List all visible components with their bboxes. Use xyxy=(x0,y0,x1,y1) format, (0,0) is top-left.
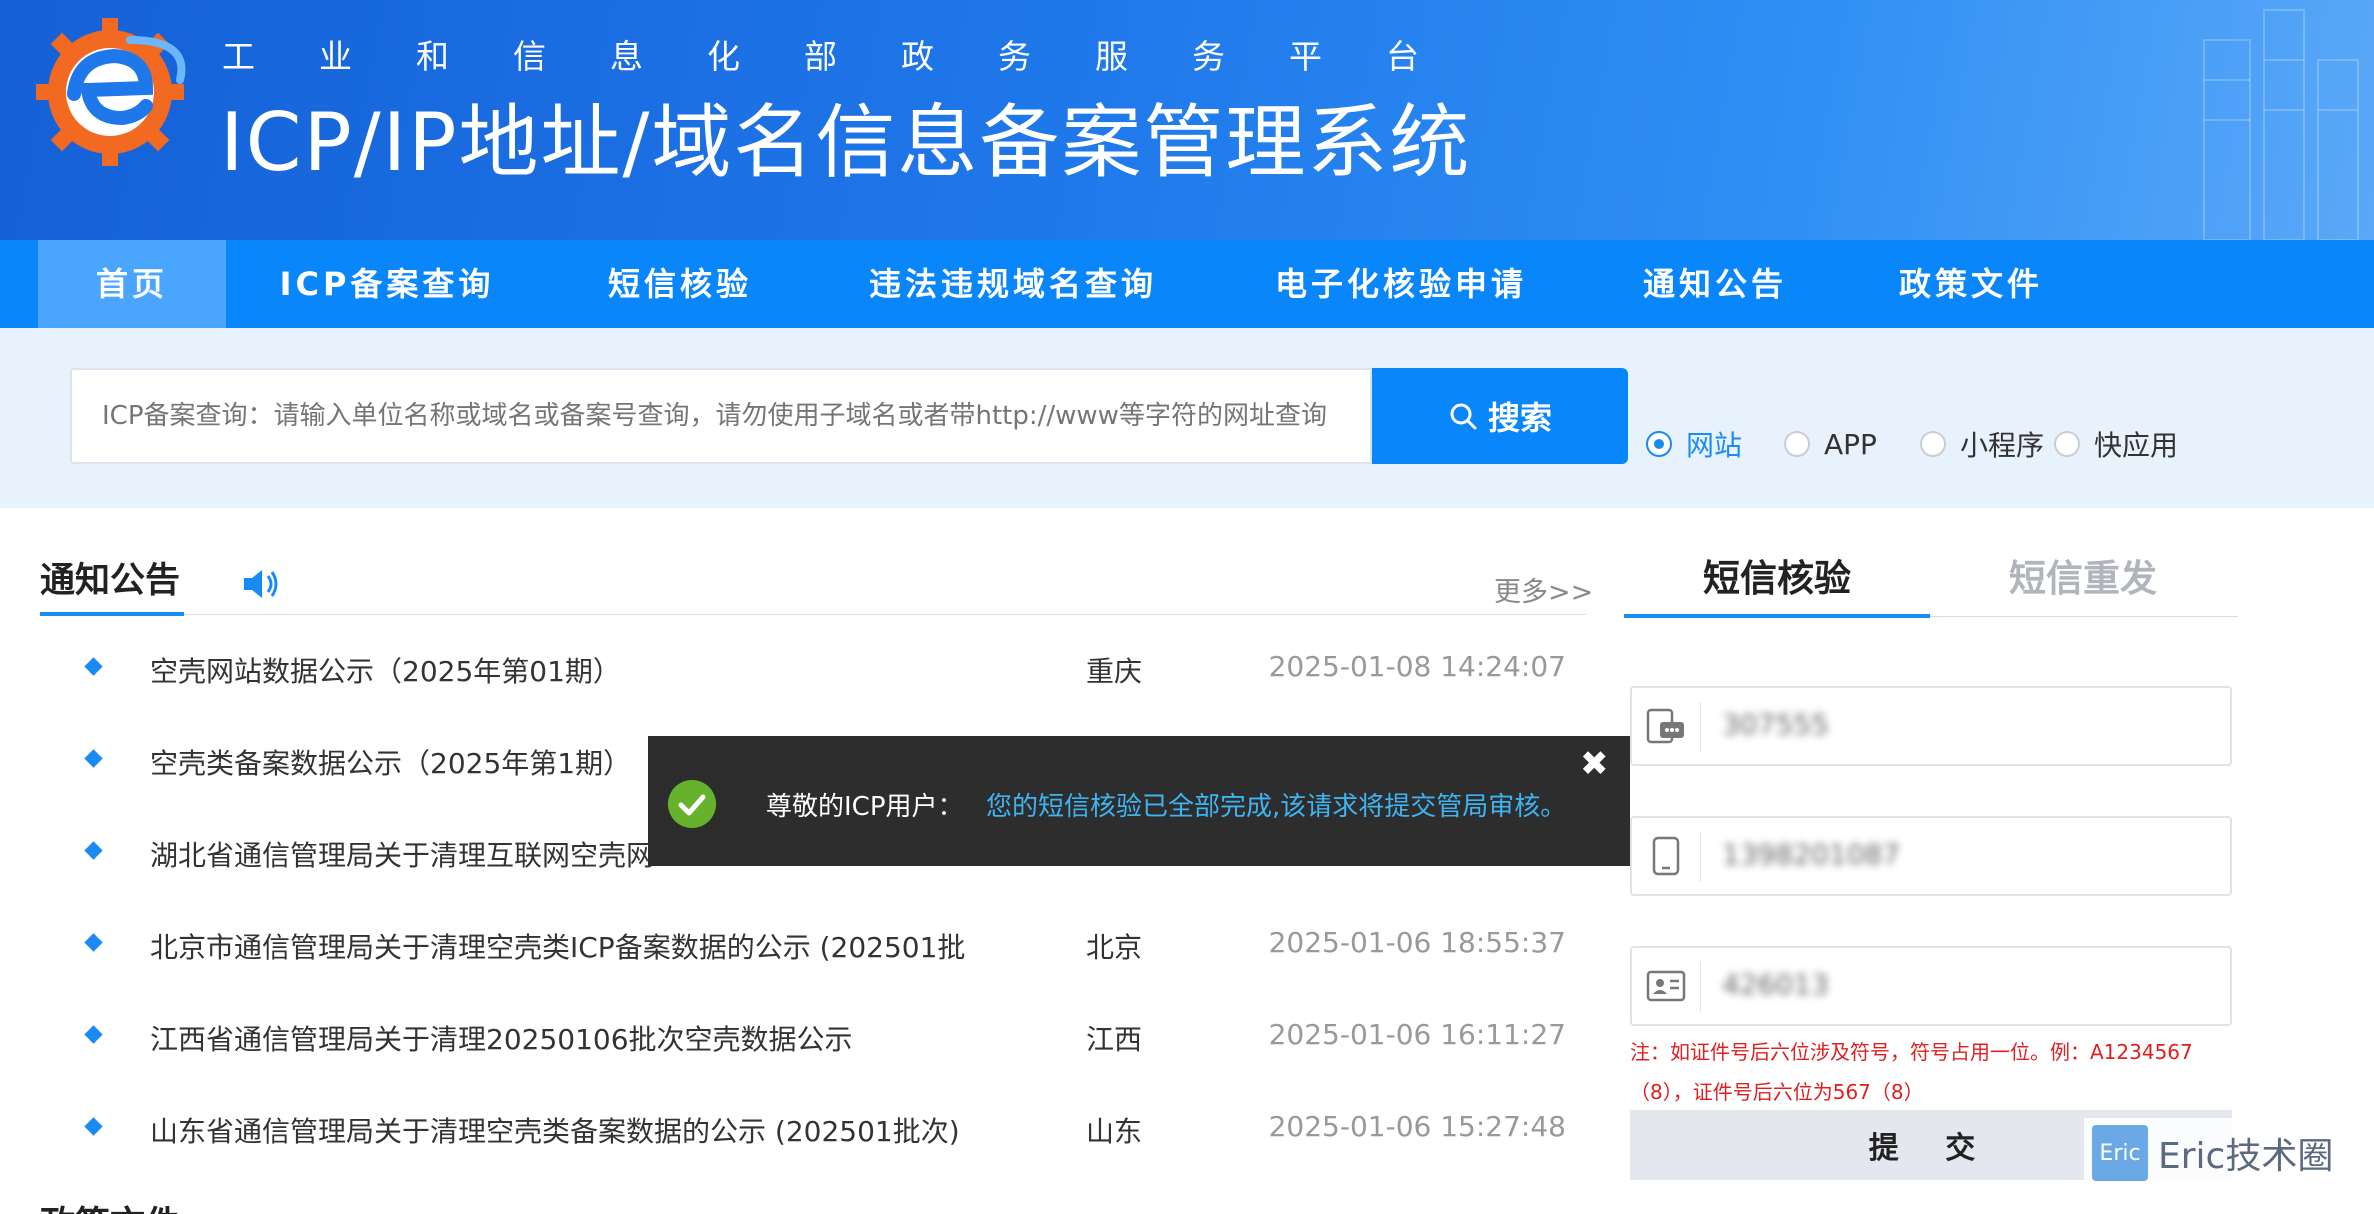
city-skyline-decoration xyxy=(2203,9,2359,240)
speaker-icon xyxy=(244,570,278,598)
id-card-icon xyxy=(1646,970,1686,1002)
notices-title: 通知公告 xyxy=(40,561,181,601)
notice-title: 空壳网站数据公示（2025年第01期） xyxy=(150,655,621,688)
notice-time: 2025-01-06 16:11:27 xyxy=(1268,1018,1566,1051)
notice-title: 湖北省通信管理局关于清理互联网空壳网 xyxy=(150,839,655,872)
notice-time: 2025-01-06 15:27:48 xyxy=(1268,1110,1566,1143)
radio-label: APP xyxy=(1824,427,1877,461)
check-circle-icon xyxy=(668,780,716,828)
active-underline xyxy=(1624,614,1930,618)
search-area: 搜索 网站 APP 小程序 快应用 xyxy=(0,328,2374,508)
policy-section-title: 政策文件 xyxy=(40,1196,180,1214)
radio-app[interactable]: APP xyxy=(1784,424,1877,464)
notice-time: 2025-01-06 18:55:37 xyxy=(1268,926,1566,959)
nav-item-home[interactable]: 首页 xyxy=(38,240,226,328)
notice-region: 江西 xyxy=(1086,1023,1143,1056)
sms-code-icon xyxy=(1646,708,1684,744)
bullet-icon xyxy=(84,933,103,952)
notice-item[interactable]: 北京市通信管理局关于清理空壳类ICP备案数据的公示 (202501批 北京 20… xyxy=(0,916,1566,976)
nav-item-notices[interactable]: 通知公告 xyxy=(1620,240,1810,328)
divider xyxy=(1700,702,1701,752)
site-header: 工业和信息化部政务服务平台 ICP/IP地址/域名信息备案管理系统 xyxy=(0,0,2374,240)
watermark-text: Eric技术圈 xyxy=(2158,1136,2334,1177)
notice-item[interactable]: 空壳网站数据公示（2025年第01期） 重庆 2025-01-08 14:24:… xyxy=(0,640,1566,700)
watermark-logo: Eric xyxy=(2092,1125,2148,1181)
bullet-icon xyxy=(84,1025,103,1044)
toast-message: 您的短信核验已全部完成,该请求将提交管局审核。 xyxy=(986,792,1567,822)
notice-title: 山东省通信管理局关于清理空壳类备案数据的公示 (202501批次) xyxy=(150,1115,960,1148)
system-title: ICP/IP地址/域名信息备案管理系统 xyxy=(220,96,1472,189)
search-button-label: 搜索 xyxy=(1487,399,1552,437)
notice-region: 北京 xyxy=(1086,931,1143,964)
bullet-icon xyxy=(84,749,103,768)
id-number-value: 426013 xyxy=(1722,968,1829,1001)
bullet-icon xyxy=(84,841,103,860)
radio-dot xyxy=(1784,431,1810,457)
miit-logo-icon xyxy=(36,18,186,166)
radio-dot xyxy=(2054,431,2080,457)
radio-dot xyxy=(1920,431,1946,457)
radio-label: 小程序 xyxy=(1960,429,2045,462)
success-toast: 尊敬的ICP用户： 您的短信核验已全部完成,该请求将提交管局审核。 ✖ xyxy=(648,736,1630,866)
bullet-icon xyxy=(84,657,103,676)
id-number-note: 注：如证件号后六位涉及符号，符号占用一位。例：A1234567（8），证件号后六… xyxy=(1630,1040,2193,1104)
radio-label: 快应用 xyxy=(2094,429,2179,462)
bullet-icon xyxy=(84,1117,103,1136)
more-notices-link[interactable]: 更多>> xyxy=(1494,570,1593,609)
search-button[interactable]: 搜索 xyxy=(1372,368,1628,464)
main-nav: 首页 ICP备案查询 短信核验 违法违规域名查询 电子化核验申请 通知公告 政策… xyxy=(0,240,2374,328)
id-number-field[interactable]: 426013 xyxy=(1630,946,2232,1026)
nav-item-icp-query[interactable]: ICP备案查询 xyxy=(260,240,514,328)
notice-title: 北京市通信管理局关于清理空壳类ICP备案数据的公示 (202501批 xyxy=(150,931,966,964)
toast-prefix: 尊敬的ICP用户： xyxy=(766,792,964,822)
sms-code-value: 307555 xyxy=(1722,708,1829,741)
search-icon xyxy=(1450,403,1477,430)
sms-code-field[interactable]: 307555 xyxy=(1630,686,2232,766)
radio-website[interactable]: 网站 xyxy=(1646,424,1742,464)
tab-sms-verify[interactable]: 短信核验 xyxy=(1624,548,1930,602)
nav-item-sms-verify[interactable]: 短信核验 xyxy=(580,240,780,328)
tab-sms-resend[interactable]: 短信重发 xyxy=(1930,548,2236,602)
radio-quick-app[interactable]: 快应用 xyxy=(2054,424,2178,464)
notice-time: 2025-01-08 14:24:07 xyxy=(1268,650,1566,683)
notice-item[interactable]: 江西省通信管理局关于清理20250106批次空壳数据公示 江西 2025-01-… xyxy=(0,1008,1566,1068)
close-icon[interactable]: ✖ xyxy=(1580,744,1609,784)
notice-region: 山东 xyxy=(1086,1115,1143,1148)
notice-title: 江西省通信管理局关于清理20250106批次空壳数据公示 xyxy=(150,1023,853,1056)
divider xyxy=(40,614,1586,615)
phone-value: 1398201087 xyxy=(1722,838,1901,871)
nav-item-illegal-domain[interactable]: 违法违规域名查询 xyxy=(848,240,1178,328)
notice-region: 重庆 xyxy=(1086,655,1143,688)
radio-dot xyxy=(1646,431,1672,457)
nav-item-e-verify[interactable]: 电子化核验申请 xyxy=(1256,240,1546,328)
active-underline xyxy=(40,612,184,616)
radio-mini-program[interactable]: 小程序 xyxy=(1920,424,2044,464)
search-input[interactable] xyxy=(70,368,1372,464)
notice-item[interactable]: 山东省通信管理局关于清理空壳类备案数据的公示 (202501批次) 山东 202… xyxy=(0,1100,1566,1160)
radio-label: 网站 xyxy=(1686,429,1743,462)
phone-icon xyxy=(1652,836,1680,876)
phone-field[interactable]: 1398201087 xyxy=(1630,816,2232,896)
watermark: Eric Eric技术圈 xyxy=(2084,1118,2350,1188)
nav-item-policy[interactable]: 政策文件 xyxy=(1876,240,2066,328)
divider xyxy=(1700,832,1701,882)
notice-title: 空壳类备案数据公示（2025年第1期） xyxy=(150,747,632,780)
platform-subtitle: 工业和信息化部政务服务平台 xyxy=(222,37,1483,76)
divider xyxy=(1700,962,1701,1012)
